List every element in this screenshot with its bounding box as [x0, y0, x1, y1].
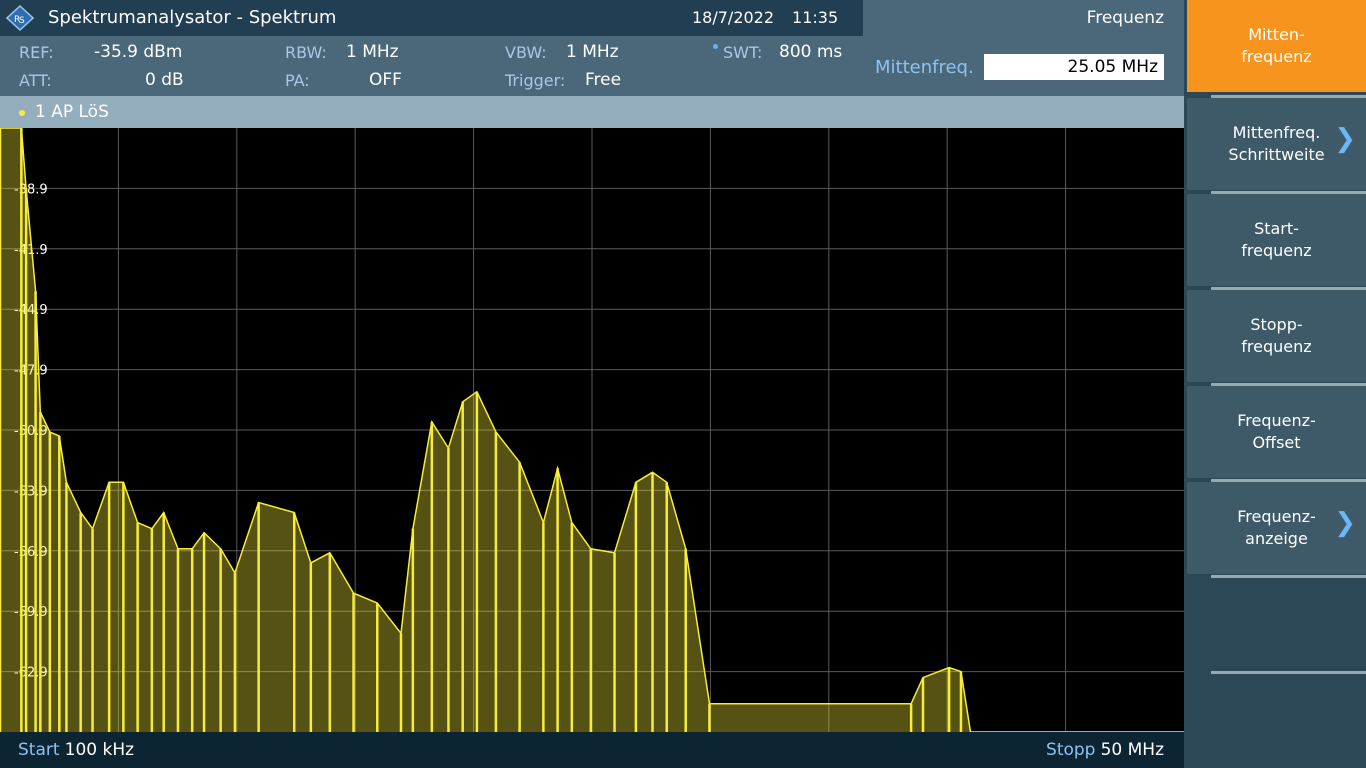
stop-frequency-readout[interactable]: Stopp 50 MHz — [1046, 740, 1164, 760]
svg-text:S: S — [19, 16, 25, 26]
pa-label: PA: — [285, 71, 310, 90]
vbw-label: VBW: — [505, 43, 547, 62]
softkey-label: Mitten- frequenz — [1241, 25, 1312, 66]
softkey-divider — [1211, 671, 1366, 674]
softkey-label: Mittenfreq. Schrittweite — [1228, 123, 1325, 164]
title-bar: R S Spektrumanalysator - Spektrum 18/7/2… — [0, 0, 863, 36]
softkey-label: Frequenz- Offset — [1237, 411, 1316, 452]
ref-value[interactable]: -35.9 dBm — [94, 42, 182, 62]
time-text: 11:35 — [792, 8, 839, 27]
softkey-divider — [1211, 575, 1366, 578]
softkey-start-frequency[interactable]: Start- frequenz — [1187, 194, 1366, 286]
start-frequency-readout[interactable]: Start 100 kHz — [18, 740, 134, 760]
att-label: ATT: — [19, 71, 52, 90]
frequency-panel-title: Frequenz — [1086, 8, 1164, 28]
softkey-frequency-offset[interactable]: Frequenz- Offset — [1187, 386, 1366, 478]
stop-value: 50 MHz — [1100, 740, 1164, 760]
att-value[interactable]: 0 dB — [145, 70, 184, 90]
start-value: 100 kHz — [64, 740, 135, 760]
center-frequency-input[interactable] — [984, 54, 1164, 80]
softkey-label: Start- frequenz — [1241, 219, 1312, 260]
swt-label: SWT: — [723, 43, 763, 62]
stop-label: Stopp — [1046, 740, 1096, 760]
spectrum-chart[interactable]: -38.9-41.9-44.9-47.9-50.9-53.9-56.9-59.9… — [0, 128, 1184, 732]
softkey-frequency-display[interactable]: Frequenz- anzeige ❯ — [1187, 482, 1366, 574]
trace-bar — [0, 96, 1184, 128]
trigger-label: Trigger: — [505, 71, 566, 90]
frequency-panel: Frequenz Mittenfreq. — [863, 0, 1184, 96]
softkey-label: Stopp- frequenz — [1241, 315, 1312, 356]
chevron-right-icon: ❯ — [1334, 508, 1356, 538]
frequency-range-bar — [0, 732, 1184, 768]
softkey-stop-frequency[interactable]: Stopp- frequenz — [1187, 290, 1366, 382]
date-text: 18/7/2022 — [692, 8, 775, 27]
swt-indicator-icon — [713, 44, 718, 49]
softkey-center-frequency[interactable]: Mitten- frequenz — [1187, 0, 1366, 92]
ref-label: REF: — [19, 43, 54, 62]
softkey-label: Frequenz- anzeige — [1237, 507, 1316, 548]
center-frequency-label: Mittenfreq. — [875, 57, 974, 78]
rbw-value[interactable]: 1 MHz — [346, 42, 399, 62]
pa-value[interactable]: OFF — [369, 70, 402, 90]
app-title: Spektrumanalysator - Spektrum — [48, 7, 337, 28]
spectrum-plot[interactable]: -38.9 -41.9 -44.9 -47.9 -50.9 -53.9 -56.9 -59.9… — [0, 128, 1184, 732]
softkey-center-freq-step[interactable]: Mittenfreq. Schrittweite ❯ — [1187, 98, 1366, 190]
rbw-label: RBW: — [285, 43, 327, 62]
trace-label[interactable]: 1 AP LöS — [35, 102, 109, 122]
trace-color-dot-icon — [19, 110, 25, 116]
swt-value[interactable]: 800 ms — [779, 42, 842, 62]
trigger-value[interactable]: Free — [585, 70, 621, 90]
start-label: Start — [18, 740, 60, 760]
datetime: 18/7/2022 11:35 — [692, 8, 838, 27]
chevron-right-icon: ❯ — [1334, 124, 1356, 154]
rohde-schwarz-logo-icon: R S — [6, 5, 34, 31]
vbw-value[interactable]: 1 MHz — [566, 42, 619, 62]
